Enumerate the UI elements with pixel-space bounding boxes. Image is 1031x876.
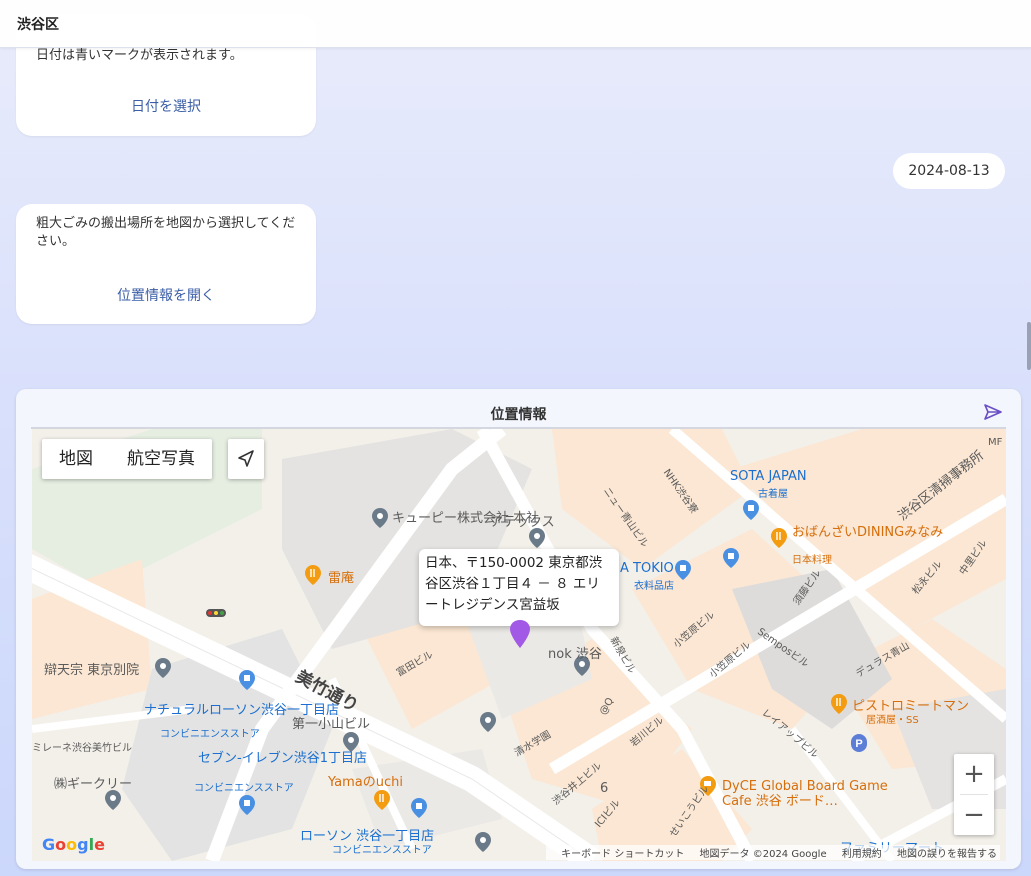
location-card-title: 位置情報 [490,407,547,423]
location-card: 位置情報 P キューピー株式会社 本社 アテックス 雷庵 nok 渋谷 SOTA… [16,389,1021,869]
send-icon[interactable] [983,402,1003,422]
map-label: A TOKIO [620,561,674,576]
clothing-poi-icon[interactable] [674,559,692,581]
keyboard-shortcuts-link[interactable]: キーボード ショートカット [561,849,684,860]
google-logo[interactable]: Google [42,835,105,854]
terms-link[interactable]: 利用規約 [842,849,882,860]
shop-poi-icon[interactable] [742,499,760,521]
temple-poi-icon[interactable] [154,657,172,679]
select-date-button[interactable]: 日付を選択 [16,96,316,116]
restaurant-poi-icon[interactable] [304,564,322,586]
map-label: 古着屋 [758,489,788,500]
address-info-window: 日本、〒150-0002 東京都渋谷区渋谷１丁目４ － ８ エリートレジデンス宮… [419,549,619,626]
restaurant-poi-icon[interactable] [770,527,788,549]
navigation-arrow-icon [238,450,254,467]
map-label: 日本料理 [792,555,832,566]
map-label: コンビニエンスストア [332,845,432,856]
date-message-text: 日付は青いマークが表示されます。 [36,48,243,63]
shop-poi-icon[interactable] [722,547,740,569]
address-text: 日本、〒150-0002 東京都渋谷区渋谷１丁目４ － ８ エリートレジデンス宮… [425,555,603,613]
zoom-control: + − [954,754,994,835]
map-label: MF [988,437,1003,448]
location-message-bubble: 粗大ごみの搬出場所を地図から選択してください。 位置情報を開く [16,204,316,324]
school-poi-icon[interactable] [479,711,497,733]
map-label: 6 [600,781,609,796]
my-location-button[interactable] [228,439,264,479]
map-label: アテックス [490,515,555,530]
map-label: SOTA JAPAN [730,469,807,484]
map-label: コンビニエンスストア [160,729,260,740]
report-error-link[interactable]: 地図の誤りを報告する [897,849,997,860]
parking-poi-icon[interactable]: P [850,733,868,755]
map-attribution: キーボード ショートカット 地図データ ©2024 Google 利用規約 地図… [546,845,1000,860]
map-label: ミレーネ渋谷美竹ビル [32,743,132,754]
map-label: おばんざいDININGみなみ [792,525,944,540]
map-label: セブン-イレブン渋谷1丁目店 [198,751,367,766]
map-type-control: 地図 航空写真 [42,439,212,479]
map-data-text: 地図データ ©2024 Google [699,849,827,860]
selected-date-message: 2024-08-13 [893,153,1005,189]
map-type-satellite-button[interactable]: 航空写真 [110,439,212,479]
kewpie-poi-icon[interactable] [371,507,389,529]
location-pin-icon[interactable] [508,619,532,649]
restaurant-poi-icon[interactable] [373,789,391,811]
restaurant-poi-icon[interactable] [830,693,848,715]
map-label: 辯天宗 東京別院 [44,663,140,678]
map-type-roadmap-button[interactable]: 地図 [42,439,110,479]
svg-text:P: P [855,738,862,750]
map-label: コンビニエンスストア [194,783,294,794]
page-title: 渋谷区 [17,17,59,33]
map-label: nok 渋谷 [548,647,602,662]
open-location-button[interactable]: 位置情報を開く [16,285,316,305]
scrollbar-thumb[interactable] [1027,322,1031,370]
google-map[interactable]: P キューピー株式会社 本社 アテックス 雷庵 nok 渋谷 SOTA JAPA… [32,429,1006,861]
map-label: 衣料品店 [634,581,674,592]
atex-poi-icon[interactable] [528,527,546,549]
zoom-out-button[interactable]: − [954,795,994,835]
map-label: 第一小山ビル [292,717,371,732]
office-poi-icon[interactable] [104,789,122,811]
map-label: Yamaのuchi [328,775,403,790]
convenience-store-poi-icon[interactable] [238,669,256,691]
convenience-store-poi-icon[interactable] [410,797,428,819]
map-label: 居酒屋・SS [866,715,919,726]
convenience-store-poi-icon[interactable] [238,794,256,816]
map-label: DyCE Global Board Game Cafe 渋谷 ボード… [722,779,888,809]
zoom-in-button[interactable]: + [954,754,994,794]
map-label: 雷庵 [328,571,355,586]
map-label: ㈱ギークリー [54,777,133,792]
building-poi-icon[interactable] [474,831,492,853]
location-message-text: 粗大ごみの搬出場所を地図から選択してください。 [36,216,296,249]
app-header: 渋谷区 [0,0,1031,48]
